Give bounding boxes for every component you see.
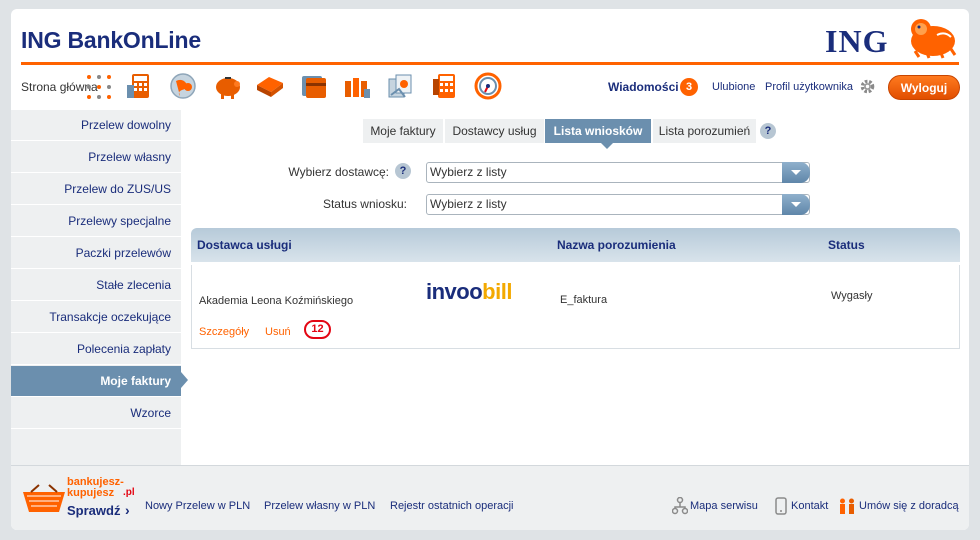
promo-suffix: .pl	[123, 487, 135, 498]
details-link[interactable]: Szczegóły	[199, 326, 249, 338]
piggy-bank-icon[interactable]	[213, 71, 243, 101]
sitemap-link[interactable]: Mapa serwisu	[690, 500, 758, 512]
sitemap-icon	[672, 497, 688, 515]
advisor-icon	[840, 498, 854, 514]
grid-menu-icon[interactable]	[85, 73, 115, 103]
column-header-agreement: Nazwa porozumienia	[557, 238, 676, 252]
sidebar-item-paczki-przelewow[interactable]: Paczki przelewów	[11, 238, 181, 269]
sidebar-item-stale-zlecenia[interactable]: Stałe zlecenia	[11, 270, 181, 301]
gear-icon[interactable]	[859, 78, 876, 95]
logout-button[interactable]: Wyloguj	[888, 75, 960, 100]
sidebar-item-polecenia-zaplaty[interactable]: Polecenia zapłaty	[11, 334, 181, 365]
gauge-icon[interactable]	[473, 71, 503, 101]
sidebar-item-moje-faktury[interactable]: Moje faktury	[11, 366, 181, 397]
chevron-down-icon[interactable]	[782, 162, 810, 183]
ing-logo-text: ING	[825, 23, 889, 59]
promo-cta: Sprawdź	[67, 503, 121, 518]
chevron-right-icon: ›	[125, 502, 130, 518]
tab-lista-wnioskow[interactable]: Lista wniosków	[545, 119, 652, 143]
header: ING BankOnLine ING	[11, 9, 969, 64]
lion-icon	[911, 19, 957, 59]
sidebar: Przelew dowolny Przelew własny Przelew d…	[11, 110, 181, 465]
delete-link[interactable]: Usuń	[265, 326, 291, 338]
cards-icon[interactable]	[299, 71, 329, 101]
tab-lista-porozumien[interactable]: Lista porozumień	[653, 119, 757, 143]
status-select[interactable]: Wybierz z listy	[426, 194, 810, 215]
sidebar-item-przelew-wlasny[interactable]: Przelew własny	[11, 142, 181, 173]
row-status: Wygasły	[831, 290, 873, 302]
status-select-value: Wybierz z listy	[430, 197, 507, 211]
tabs-help-icon[interactable]: ?	[760, 123, 776, 139]
contact-link[interactable]: Kontakt	[791, 500, 828, 512]
toolbar: Strona główna Wiadomości 3 Ulubione Prof…	[11, 65, 969, 109]
footer-link-operations-log[interactable]: Rejestr ostatnich operacji	[390, 500, 514, 512]
wallet-icon[interactable]	[255, 71, 285, 101]
footer-link-own-transfer[interactable]: Przelew własny w PLN	[264, 500, 375, 512]
table-row: Akademia Leona Koźmińskiego invoobill E_…	[191, 265, 960, 349]
chevron-down-icon[interactable]	[782, 194, 810, 215]
supplier-select-value: Wybierz z listy	[430, 165, 507, 179]
sidebar-item-transakcje-oczekujace[interactable]: Transakcje oczekujące	[11, 302, 181, 333]
supplier-logo-text-a: invoo	[426, 279, 483, 304]
column-header-supplier: Dostawca usługi	[197, 238, 292, 252]
sidebar-item-wzorce[interactable]: Wzorce	[11, 398, 181, 429]
row-supplier: Akademia Leona Koźmińskiego	[199, 295, 354, 307]
sidebar-item-przelew-zus-us[interactable]: Przelew do ZUS/US	[11, 174, 181, 205]
active-tab-caret	[601, 143, 613, 149]
supplier-help-icon[interactable]: ?	[395, 163, 411, 179]
app-window: ING BankOnLine ING Strona główna Wiadomo…	[11, 9, 969, 530]
promo-line2: kupujesz	[67, 487, 115, 499]
app-title: ING BankOnLine	[21, 27, 201, 53]
favorites-link[interactable]: Ulubione	[712, 81, 755, 93]
messages-link[interactable]: Wiadomości	[608, 80, 679, 94]
advisor-link[interactable]: Umów się z doradcą	[859, 500, 959, 512]
supplier-logo-text-b: bill	[482, 279, 512, 304]
sidebar-item-przelewy-specjalne[interactable]: Przelewy specjalne	[11, 206, 181, 237]
supplier-select[interactable]: Wybierz z listy	[426, 162, 810, 183]
basket-icon	[23, 484, 65, 512]
sidebar-item-przelew-dowolny[interactable]: Przelew dowolny	[11, 110, 181, 141]
footer: bankujesz- kupujesz .pl Sprawdź › Nowy P…	[11, 465, 969, 530]
supplier-logo: invoobill	[426, 279, 512, 305]
globe-icon[interactable]	[168, 71, 198, 101]
status-label: Status wniosku:	[322, 197, 407, 211]
coins-icon[interactable]	[342, 71, 372, 101]
count-badge: 12	[304, 320, 331, 339]
active-item-pointer	[181, 372, 188, 388]
profile-link[interactable]: Profil użytkownika	[765, 81, 853, 93]
messages-count-badge[interactable]: 3	[680, 78, 698, 96]
calculator-icon[interactable]	[125, 71, 155, 101]
calculator-orange-icon[interactable]	[430, 71, 460, 101]
ing-logo[interactable]: ING	[825, 15, 965, 61]
promo-banner[interactable]: bankujesz- kupujesz .pl Sprawdź ›	[21, 476, 135, 522]
tab-dostawcy-uslug[interactable]: Dostawcy usług	[445, 119, 545, 143]
row-agreement: E_faktura	[560, 294, 608, 306]
table-header: Dostawca usługi Nazwa porozumienia Statu…	[191, 228, 960, 262]
documents-icon[interactable]	[386, 71, 416, 101]
column-header-status: Status	[828, 238, 865, 252]
footer-link-new-transfer[interactable]: Nowy Przelew w PLN	[145, 500, 250, 512]
tab-moje-faktury[interactable]: Moje faktury	[363, 119, 444, 143]
phone-icon	[775, 497, 787, 515]
supplier-label: Wybierz dostawcę:	[288, 165, 389, 179]
